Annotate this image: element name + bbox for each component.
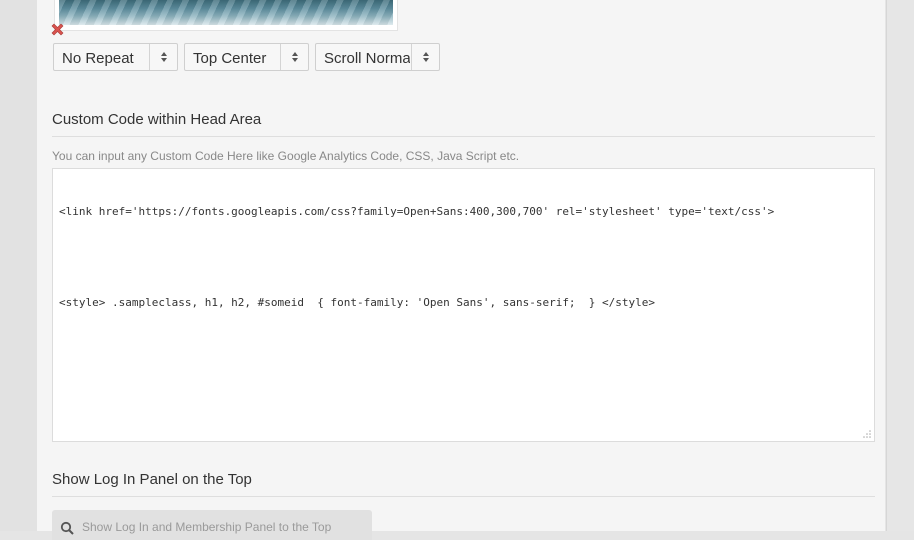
select-divider (411, 44, 412, 70)
select-divider (149, 44, 150, 70)
custom-code-textarea[interactable]: <link href='https://fonts.googleapis.com… (52, 168, 875, 442)
background-thumbnail (59, 0, 393, 25)
section-divider (52, 496, 875, 497)
select-arrows-icon (423, 52, 429, 62)
background-position-select[interactable]: Top Center (184, 43, 309, 71)
select-arrows-icon (292, 52, 298, 62)
section-divider (52, 136, 875, 137)
login-panel-select-text: Show Log In and Membership Panel to the … (82, 520, 332, 534)
background-image-preview (54, 0, 398, 31)
background-repeat-select[interactable]: No Repeat (53, 43, 178, 71)
select-divider (280, 44, 281, 70)
left-margin (0, 0, 37, 531)
custom-code-heading: Custom Code within Head Area (52, 111, 262, 128)
select-arrows-icon (161, 52, 167, 62)
login-panel-select[interactable]: Show Log In and Membership Panel to the … (52, 510, 372, 540)
background-repeat-value: No Repeat (62, 50, 134, 67)
code-line: <style> .sampleclass, h1, h2, #someid { … (59, 296, 656, 309)
resize-grip-icon[interactable] (863, 430, 871, 438)
login-panel-heading: Show Log In Panel on the Top (52, 471, 252, 488)
background-attachment-select[interactable]: Scroll Normal (315, 43, 440, 71)
background-attachment-value: Scroll Normal (324, 50, 410, 67)
background-position-value: Top Center (193, 50, 267, 67)
custom-code-description: You can input any Custom Code Here like … (52, 149, 520, 163)
right-scroll-area (886, 0, 914, 531)
remove-image-icon[interactable] (50, 22, 65, 37)
code-line: <link href='https://fonts.googleapis.com… (59, 205, 775, 218)
search-icon (60, 521, 74, 535)
